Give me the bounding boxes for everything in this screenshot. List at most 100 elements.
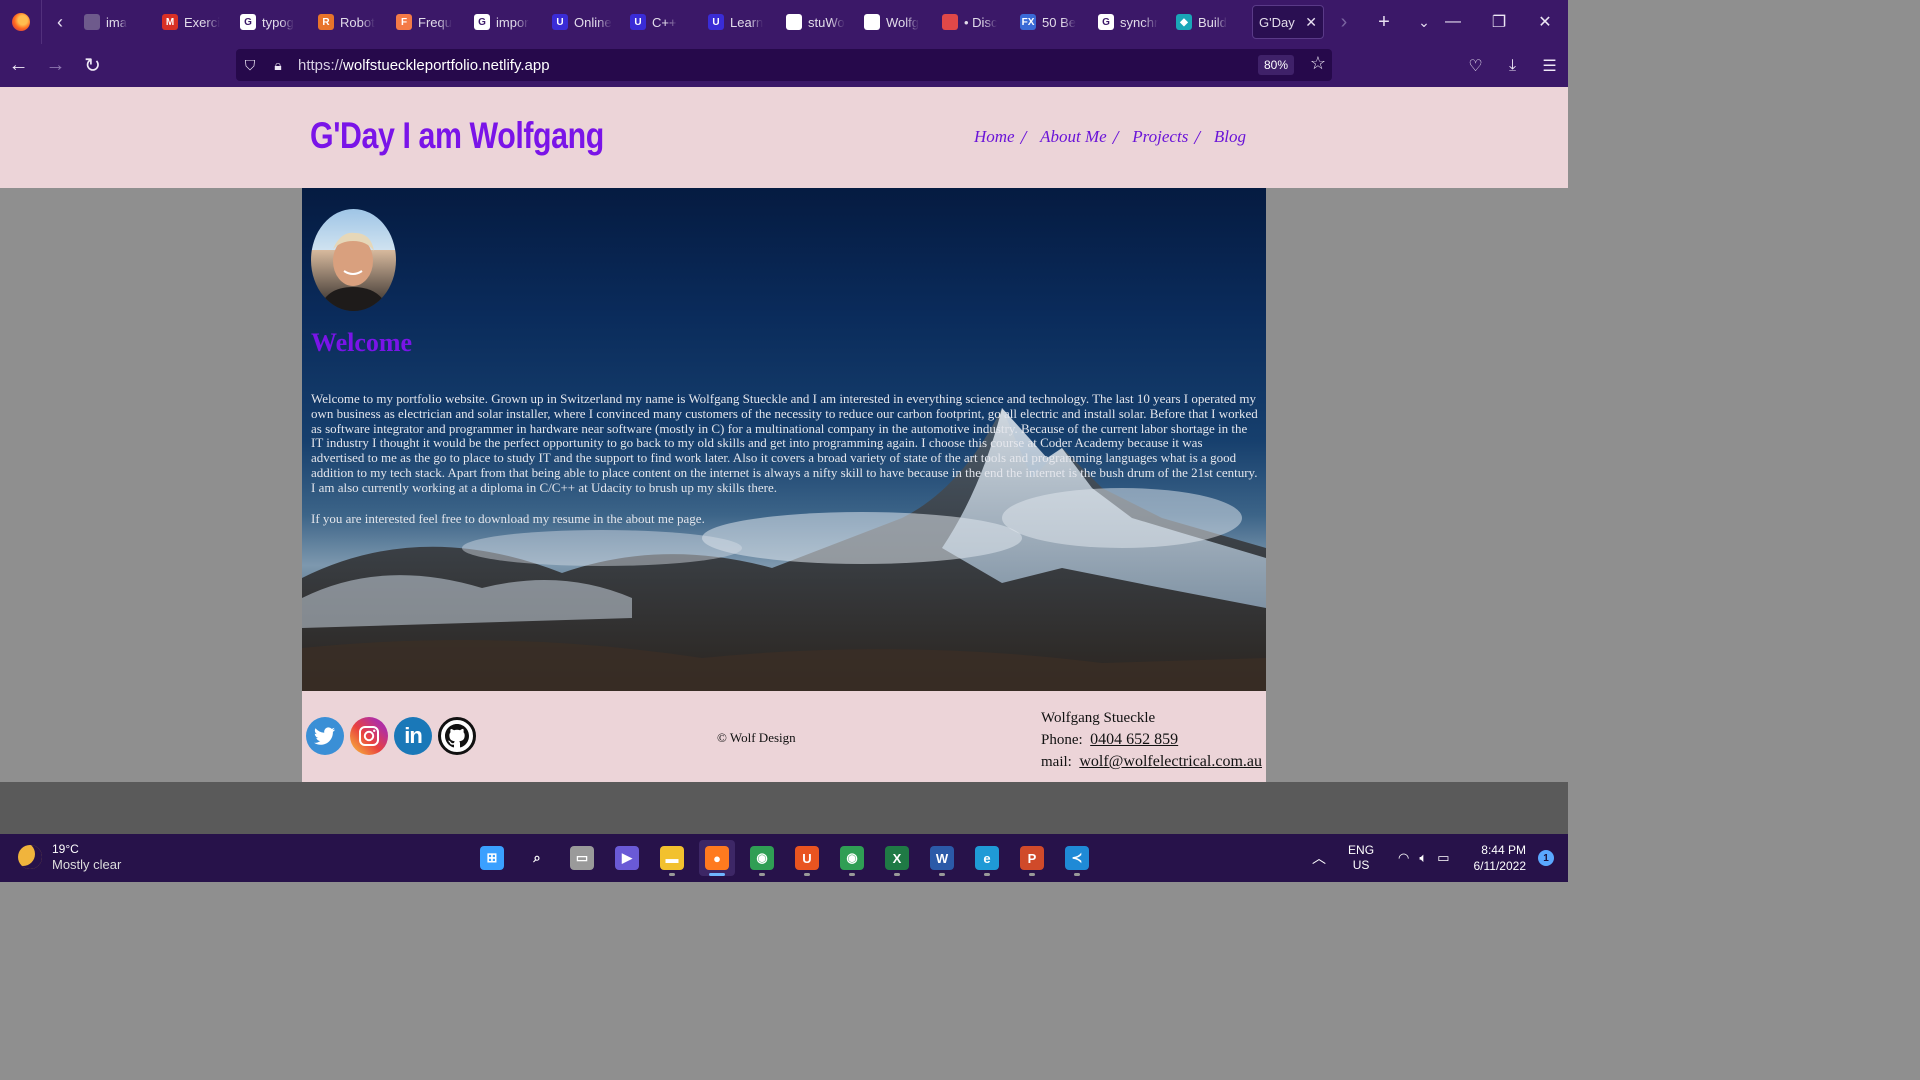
tab-label: G'Day [1259, 14, 1295, 30]
tab[interactable]: F Frequ [390, 5, 468, 39]
url-host: wolfstueckleportfolio.netlify.app [343, 56, 550, 74]
tab-label: Frequ [418, 14, 452, 30]
file-explorer-app-icon[interactable]: ▬ [654, 840, 690, 876]
tab-active[interactable]: G'Day ✕ [1252, 5, 1324, 39]
task-view-app-icon[interactable]: ▭ [564, 840, 600, 876]
address-bar[interactable]: ⛉ 🔒︎ https://wolfstueckleportfolio.netli… [236, 49, 1332, 81]
word-app-icon[interactable]: W [924, 840, 960, 876]
tab-label: • Disc [964, 14, 998, 30]
menu-icon[interactable]: ☰ [1531, 44, 1568, 87]
chrome-profile-app-icon[interactable]: ◉ [834, 840, 870, 876]
nav-blog-link[interactable]: Blog [1214, 127, 1246, 150]
contact-mail-row: mail: wolf@wolfelectrical.com.au [1041, 751, 1262, 773]
volume-icon[interactable]: 🔈︎ [1419, 850, 1427, 866]
window-controls: — ❐ ✕ [1430, 0, 1568, 44]
phone-link[interactable]: 0404 652 859 [1090, 731, 1178, 748]
nav-home-link[interactable]: Home [974, 127, 1015, 150]
firefox-menu-icon[interactable] [0, 0, 42, 44]
url-text[interactable]: https://wolfstueckleportfolio.netlify.ap… [298, 57, 550, 74]
downloads-icon[interactable]: ⤓ [1494, 44, 1531, 87]
tab[interactable]: FX 50 Be [1014, 5, 1092, 39]
nav-projects-link[interactable]: Projects [1132, 127, 1188, 150]
tab[interactable]: • Disc [936, 5, 1014, 39]
nav-separator: / [1194, 127, 1200, 149]
shield-icon[interactable]: ⛉ [236, 57, 264, 74]
twitter-icon[interactable] [306, 717, 344, 755]
lock-icon[interactable]: 🔒︎ [264, 57, 292, 74]
tab[interactable]: U Learn [702, 5, 780, 39]
welcome-heading: Welcome [311, 328, 413, 357]
github-icon[interactable] [438, 717, 476, 755]
notification-badge[interactable]: 1 [1538, 850, 1554, 866]
tab-scroll-left-button[interactable]: ‹ [42, 0, 78, 44]
pocket-icon[interactable]: ♡ [1457, 44, 1494, 87]
phone-label: Phone: [1041, 732, 1083, 748]
contact-block: Wolfgang Stueckle Phone: 0404 652 859 ma… [1041, 707, 1262, 773]
tab[interactable]: U Online [546, 5, 624, 39]
linkedin-icon[interactable]: in [394, 717, 432, 755]
running-indicator [1074, 873, 1080, 876]
chrome-app-icon[interactable]: ◉ [744, 840, 780, 876]
tab[interactable]: Gtypog [234, 5, 312, 39]
nav-separator: / [1020, 127, 1027, 149]
email-link[interactable]: wolf@wolfelectrical.com.au [1079, 753, 1262, 770]
bookmark-star-icon[interactable]: ☆ [1310, 53, 1326, 74]
tab-label: Build [1198, 14, 1227, 30]
nav-about-link[interactable]: About Me [1040, 127, 1107, 150]
wifi-icon[interactable]: ◠ [1398, 850, 1409, 866]
tab[interactable]: M Exerci [156, 5, 234, 39]
site-footer: in © Wolf Design Wolfgang Stueckle Phone… [302, 691, 1266, 782]
tab-label: stuWo [808, 14, 845, 30]
taskbar-apps: ⊞ ⌕ ▭ ▶ ▬ ● ◉ U ◉ X We P ≺ [474, 840, 1095, 876]
vscode-icon: ≺ [1065, 846, 1089, 870]
powerpoint-app-icon[interactable]: P [1014, 840, 1050, 876]
forward-button[interactable]: → [37, 44, 74, 87]
new-tab-button[interactable]: + [1364, 11, 1404, 34]
search-app-icon[interactable]: ⌕ [519, 840, 555, 876]
tab[interactable]: ◆ Build [1170, 5, 1248, 39]
start-app-icon[interactable]: ⊞ [474, 840, 510, 876]
vscode-app-icon[interactable]: ≺ [1059, 840, 1095, 876]
ubuntu-app-icon[interactable]: U [789, 840, 825, 876]
mail-label: mail: [1041, 754, 1072, 770]
tab[interactable]: stuWo [780, 5, 858, 39]
close-tab-icon[interactable]: ✕ [1305, 14, 1317, 31]
contact-phone-row: Phone: 0404 652 859 [1041, 729, 1262, 751]
tab-label: Exerci [184, 14, 221, 30]
tab-favicon-icon: G [474, 14, 490, 30]
firefox-icon: ● [705, 846, 729, 870]
chevron-up-icon[interactable]: ︿ [1312, 848, 1326, 868]
tab[interactable]: U C++ [624, 5, 702, 39]
task-view-icon: ▭ [570, 846, 594, 870]
running-indicator [804, 873, 810, 876]
teams-chat-app-icon[interactable]: ▶ [609, 840, 645, 876]
restore-icon[interactable]: ❐ [1476, 0, 1522, 44]
tray-icons[interactable]: ◠ 🔈︎ ▭ [1398, 850, 1449, 866]
firefox-app-icon[interactable]: ● [699, 840, 735, 876]
battery-icon[interactable]: ▭ [1437, 850, 1449, 866]
weather-widget[interactable]: 19°C Mostly clear [18, 841, 121, 873]
clock[interactable]: 8:44 PM 6/11/2022 [1474, 842, 1527, 874]
page-empty-area [0, 782, 1568, 834]
excel-app-icon[interactable]: X [879, 840, 915, 876]
edge-app-icon[interactable]: e [969, 840, 1005, 876]
powerpoint-icon: P [1020, 846, 1044, 870]
close-window-icon[interactable]: ✕ [1522, 0, 1568, 44]
ubuntu-icon: U [795, 846, 819, 870]
back-button[interactable]: ← [0, 44, 37, 87]
word-icon: W [930, 846, 954, 870]
tab[interactable]: Gsynchr [1092, 5, 1170, 39]
instagram-icon[interactable] [350, 717, 388, 755]
zoom-indicator[interactable]: 80% [1257, 55, 1294, 75]
minimize-icon[interactable]: — [1430, 0, 1476, 44]
tab[interactable]: ima [78, 5, 156, 39]
social-links: in [306, 717, 476, 755]
tab[interactable]: Wolfg [858, 5, 936, 39]
language-indicator[interactable]: ENG US [1348, 843, 1374, 873]
tab[interactable]: R Robot [312, 5, 390, 39]
reload-button[interactable]: ↻ [74, 44, 111, 87]
tab[interactable]: Gimpor [468, 5, 546, 39]
tab-scroll-right-button[interactable]: › [1324, 11, 1364, 34]
tab-favicon-icon [942, 14, 958, 30]
clock-time: 8:44 PM [1481, 843, 1526, 857]
